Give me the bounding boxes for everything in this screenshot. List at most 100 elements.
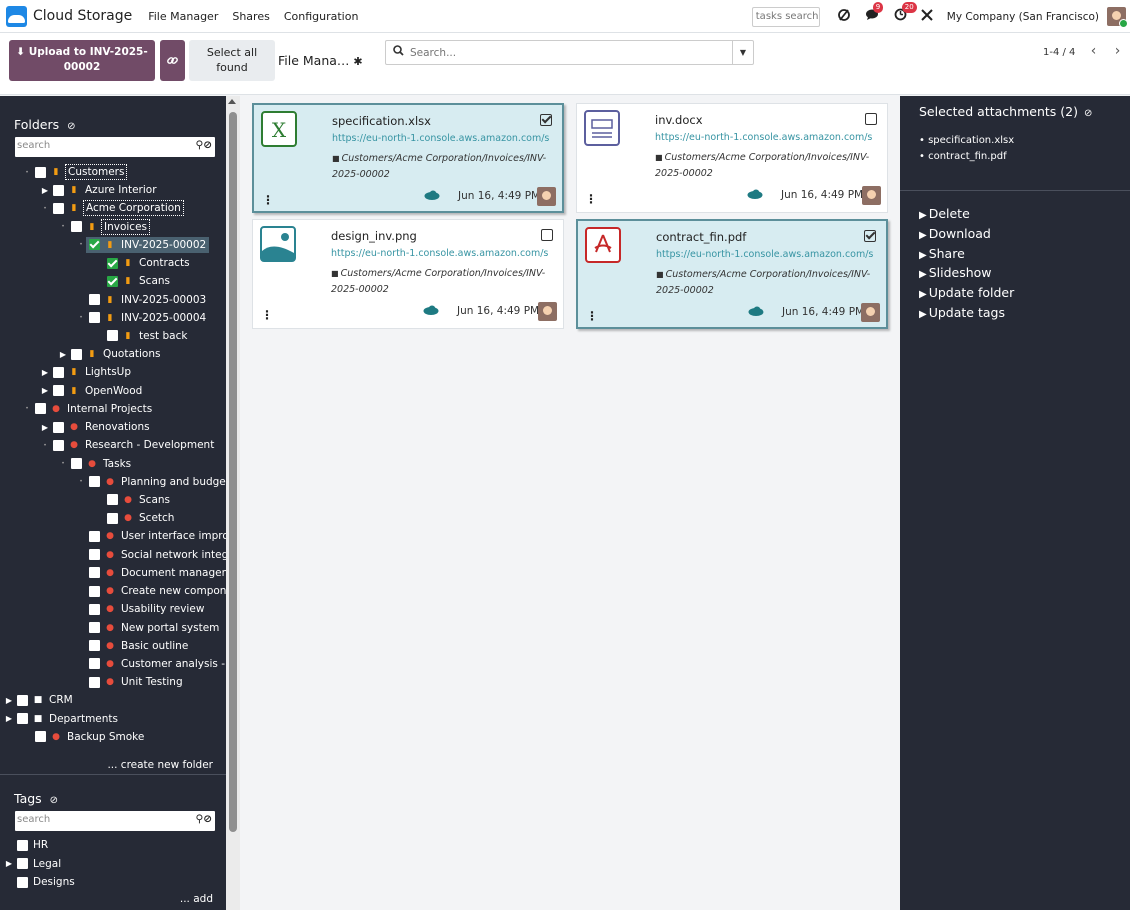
menu-configuration[interactable]: Configuration	[284, 10, 359, 23]
folder-item[interactable]: ● Unit Testing	[76, 673, 186, 691]
folder-item[interactable]: ● Backup Smoke	[22, 728, 147, 746]
expanded-dot-icon[interactable]: •	[76, 478, 86, 485]
expanded-dot-icon[interactable]: •	[22, 169, 32, 176]
scroll-thumb[interactable]	[229, 112, 237, 832]
kebab-menu-icon[interactable]: ⋮	[262, 193, 274, 207]
clear-icon[interactable]: ⊘	[67, 121, 75, 132]
attachment-card[interactable]: design_inv.png https://eu-north-1.console…	[252, 219, 564, 329]
folder-item[interactable]: • ▮ Acme Corporation	[40, 199, 185, 217]
search-input[interactable]	[410, 44, 730, 61]
folder-checkbox[interactable]	[35, 166, 46, 178]
folder-item[interactable]: ● New portal system	[76, 619, 222, 637]
folder-checkbox[interactable]	[89, 676, 100, 688]
xlsx-file-icon[interactable]: X	[260, 110, 298, 148]
folder-item[interactable]: ● Scans	[94, 491, 173, 509]
folder-item[interactable]: ● Customer analysis - Arch	[76, 655, 226, 673]
png-file-icon[interactable]	[259, 225, 297, 263]
folder-checkbox[interactable]	[53, 421, 64, 433]
folder-checkbox[interactable]	[107, 275, 118, 287]
create-folder-link[interactable]: ... create new folder	[107, 759, 213, 771]
docx-file-icon[interactable]	[583, 109, 621, 147]
chevron-right-icon[interactable]: ▶	[40, 186, 50, 195]
chevron-right-icon[interactable]: ▶	[4, 859, 14, 868]
attachment-name[interactable]: specification.xlsx	[332, 114, 431, 128]
owner-avatar[interactable]	[537, 187, 556, 206]
user-avatar[interactable]	[1107, 7, 1128, 28]
attachment-card[interactable]: contract_fin.pdf https://eu-north-1.conso…	[576, 219, 888, 329]
folder-checkbox[interactable]	[89, 585, 100, 597]
folder-checkbox[interactable]	[107, 257, 118, 269]
activities-icon[interactable]: 20	[894, 2, 917, 25]
attachment-url[interactable]: https://eu-north-1.console.aws.amazon.co…	[656, 249, 886, 260]
folder-item[interactable]: • ● Tasks	[58, 455, 134, 473]
folder-checkbox[interactable]	[107, 494, 118, 506]
folder-checkbox[interactable]	[53, 184, 64, 196]
app-brand[interactable]: Cloud Storage	[6, 5, 132, 27]
attachment-checkbox[interactable]	[541, 229, 553, 241]
folder-checkbox[interactable]	[89, 530, 100, 542]
folder-item[interactable]: ▶ ▮ Azure Interior	[40, 181, 160, 199]
tag-checkbox[interactable]	[17, 858, 28, 869]
pdf-file-icon[interactable]	[584, 226, 622, 264]
upload-button[interactable]: ⬇ Upload to INV-2025- 00002	[9, 40, 155, 81]
folder-checkbox[interactable]	[53, 366, 64, 378]
tools-icon[interactable]	[921, 8, 933, 25]
folder-checkbox[interactable]	[89, 603, 100, 615]
chevron-right-icon[interactable]: ▶	[58, 350, 68, 359]
folder-checkbox[interactable]	[35, 731, 46, 743]
folder-checkbox[interactable]	[89, 658, 100, 670]
select-all-button[interactable]: Select all found	[189, 40, 275, 81]
owner-avatar[interactable]	[862, 186, 881, 205]
folder-item[interactable]: ● Usability review	[76, 600, 207, 618]
update-tags-action[interactable]: ▶ Update tags	[919, 305, 1005, 320]
folder-item[interactable]: • ▮ INV-2025-00004	[76, 309, 209, 327]
folder-item[interactable]: ▮ Scans	[94, 272, 173, 290]
attachment-checkbox[interactable]	[864, 230, 876, 242]
attachment-checkbox[interactable]	[865, 113, 877, 125]
folder-item[interactable]: ▶ ▮ Quotations	[58, 345, 163, 363]
expanded-dot-icon[interactable]: •	[58, 460, 68, 467]
attachment-url[interactable]: https://eu-north-1.console.aws.amazon.co…	[655, 132, 885, 143]
tag-item[interactable]: ▶ Legal	[4, 855, 61, 873]
folder-checkbox[interactable]	[53, 439, 64, 451]
folder-item[interactable]: • ▮ INV-2025-00002	[76, 236, 210, 254]
chevron-right-icon[interactable]: ▶	[4, 714, 14, 723]
tag-item[interactable]: Designs	[4, 873, 75, 891]
chevron-right-icon[interactable]: ▶	[40, 423, 50, 432]
search-bar[interactable]: ▼	[385, 40, 754, 65]
clear-selection-icon[interactable]: ⊘	[1084, 108, 1092, 119]
folder-item[interactable]: • ● Internal Projects	[22, 400, 155, 418]
messages-icon[interactable]: 9	[865, 2, 884, 25]
attachment-card[interactable]: inv.docx https://eu-north-1.console.aws.a…	[576, 103, 888, 213]
folder-item[interactable]: ● Social network integratio	[76, 546, 226, 564]
folder-checkbox[interactable]	[35, 403, 46, 415]
folder-checkbox[interactable]	[89, 294, 100, 306]
pager-previous-button[interactable]: ‹	[1082, 40, 1105, 65]
attachment-checkbox[interactable]	[540, 114, 552, 126]
tag-checkbox[interactable]	[17, 839, 28, 851]
menu-shares[interactable]: Shares	[232, 10, 269, 23]
folder-checkbox[interactable]	[53, 385, 64, 397]
scroll-up-icon[interactable]	[228, 99, 236, 104]
menu-file-manager[interactable]: File Manager	[148, 10, 218, 23]
expanded-dot-icon[interactable]: •	[58, 223, 68, 230]
add-tag-link[interactable]: ... add	[180, 893, 213, 905]
folder-checkbox[interactable]	[89, 567, 100, 579]
folder-checkbox[interactable]	[71, 221, 82, 233]
tag-checkbox[interactable]	[17, 876, 28, 888]
folder-item[interactable]: ● Basic outline	[76, 637, 191, 655]
delete-action[interactable]: ▶ Delete	[919, 206, 970, 221]
folder-checkbox[interactable]	[89, 312, 100, 324]
folder-item[interactable]: ● Document management	[76, 564, 226, 582]
pager-next-button[interactable]: ›	[1106, 40, 1129, 65]
folder-item[interactable]: • ● Planning and budget	[76, 473, 226, 491]
folder-item[interactable]: ▶ ● Renovations	[40, 418, 153, 436]
update-folder-action[interactable]: ▶ Update folder	[919, 285, 1014, 300]
owner-avatar[interactable]	[538, 302, 557, 321]
chevron-right-icon[interactable]: ▶	[4, 696, 14, 705]
folder-checkbox[interactable]	[89, 640, 100, 652]
folder-checkbox[interactable]	[71, 348, 82, 360]
expanded-dot-icon[interactable]: •	[76, 314, 86, 321]
owner-avatar[interactable]	[861, 303, 880, 322]
expanded-dot-icon[interactable]: •	[22, 405, 32, 412]
